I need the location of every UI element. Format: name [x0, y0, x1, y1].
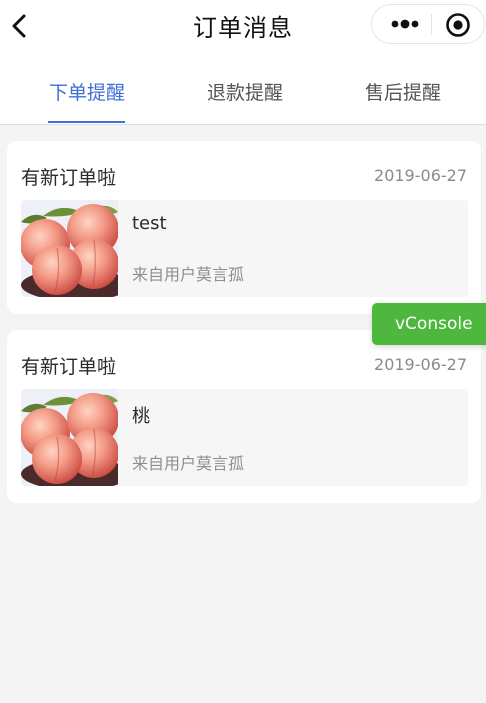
product-item[interactable]: test 来自用户莫言孤	[21, 200, 468, 297]
tab-refund-reminder[interactable]: 退款提醒	[207, 78, 283, 105]
product-thumbnail	[21, 200, 118, 297]
product-thumbnail	[21, 389, 118, 486]
order-date: 2019-06-27	[374, 355, 467, 374]
product-name: 桃	[132, 406, 150, 427]
capsule-divider	[431, 14, 432, 35]
order-date: 2019-06-27	[374, 166, 467, 185]
menu-capsule	[371, 4, 485, 44]
product-name: test	[132, 213, 167, 234]
order-title: 有新订单啦	[21, 167, 117, 189]
tab-bar: 下单提醒 退款提醒 售后提醒	[0, 52, 486, 125]
tab-aftersale-reminder[interactable]: 售后提醒	[365, 78, 441, 105]
product-item[interactable]: 桃 来自用户莫言孤	[21, 389, 468, 486]
tab-order-reminder[interactable]: 下单提醒	[49, 78, 125, 105]
target-close-icon	[446, 13, 470, 37]
more-button[interactable]	[382, 5, 428, 43]
order-title: 有新订单啦	[21, 356, 117, 378]
active-tab-indicator	[48, 121, 125, 123]
vconsole-button[interactable]: vConsole	[372, 303, 486, 345]
nav-bar: 订单消息	[0, 0, 486, 52]
order-source-user: 来自用户莫言孤	[132, 454, 245, 473]
more-dots-icon	[391, 19, 419, 29]
order-card: 有新订单啦 2019-06-27 test 来自用户莫言孤	[7, 141, 481, 314]
order-source-user: 来自用户莫言孤	[132, 265, 245, 284]
order-card: 有新订单啦 2019-06-27 桃 来自用户莫言孤	[7, 330, 481, 503]
close-button[interactable]	[443, 10, 473, 40]
